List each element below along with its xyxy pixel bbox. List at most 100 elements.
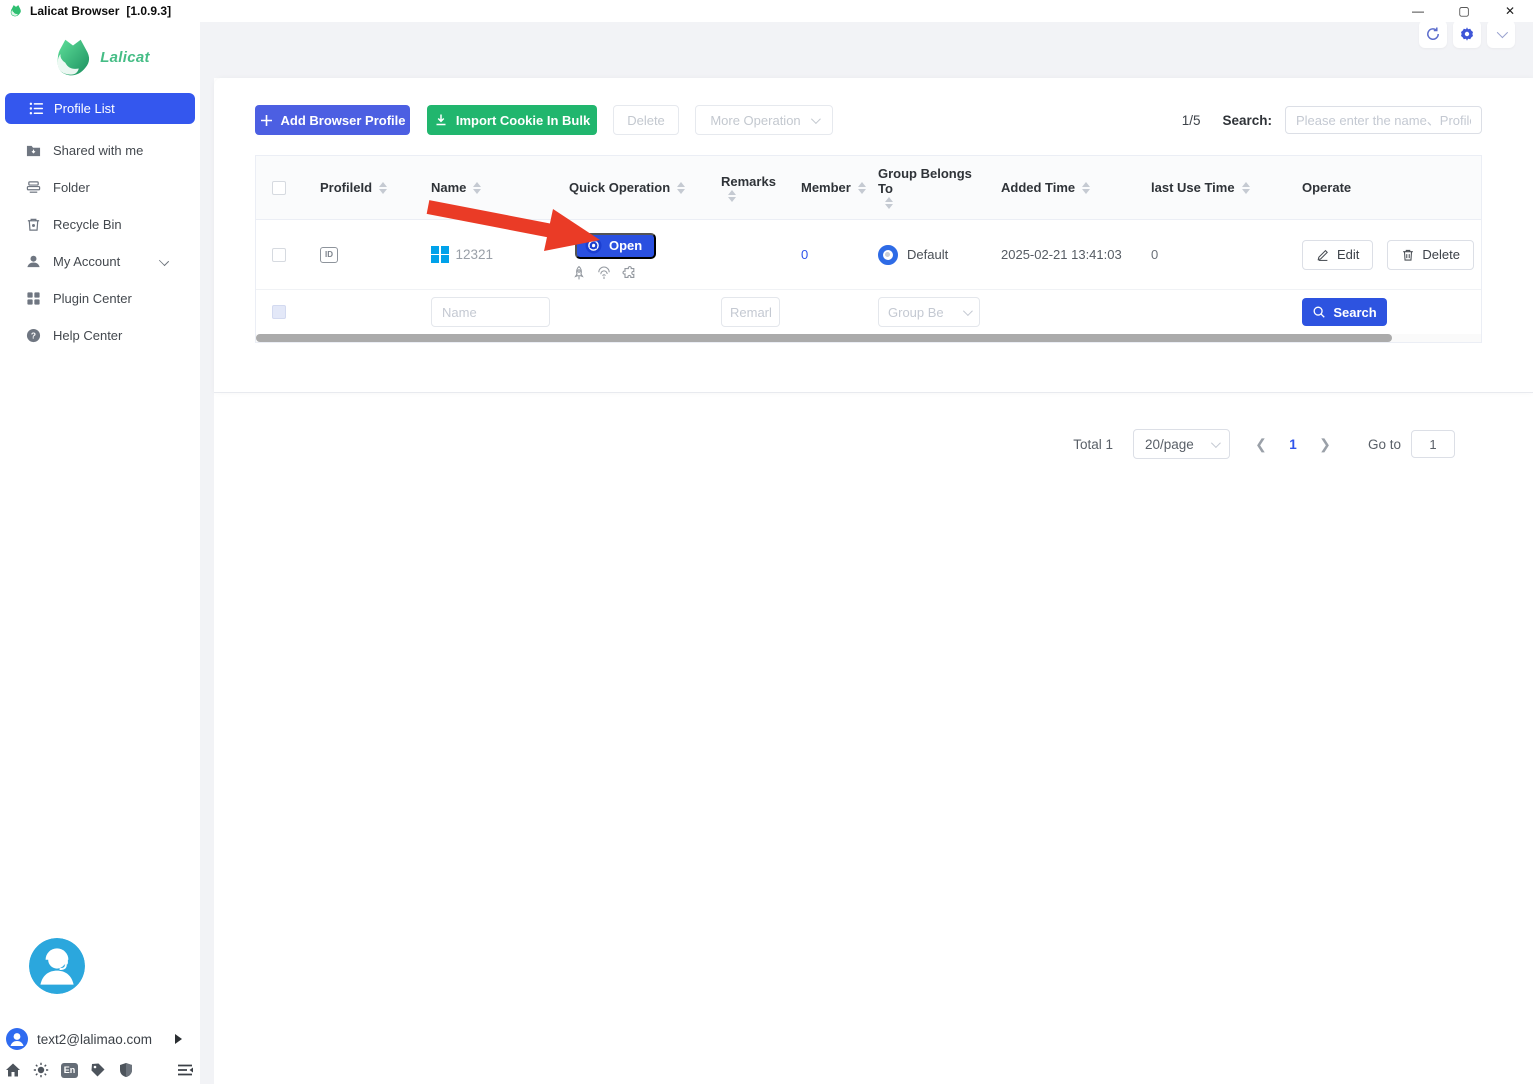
search-input[interactable]	[1285, 106, 1482, 134]
refresh-button[interactable]	[1419, 20, 1447, 48]
more-operation-button[interactable]: More Operation	[695, 105, 833, 135]
header-profileid: ProfileId	[320, 180, 372, 195]
sort-added-time[interactable]	[1082, 182, 1090, 194]
sort-name[interactable]	[473, 182, 481, 194]
add-browser-profile-button[interactable]: Add Browser Profile	[255, 105, 410, 135]
filter-remarks-input[interactable]	[721, 297, 780, 327]
delete-button[interactable]: Delete	[1387, 240, 1474, 270]
theme-icon[interactable]	[33, 1062, 49, 1078]
trash-icon	[26, 217, 41, 232]
sort-profileid[interactable]	[379, 182, 387, 194]
edit-button[interactable]: Edit	[1302, 240, 1373, 270]
sidebar-nav: Shared with me Folder Recycle Bin My Acc…	[0, 132, 200, 354]
delete-selected-button[interactable]: Delete	[613, 105, 679, 135]
prev-page-button[interactable]: ❮	[1244, 436, 1278, 453]
search-label: Search:	[1222, 113, 1272, 128]
logo-text: Lalicat	[100, 49, 150, 66]
goto-page-input[interactable]	[1411, 430, 1455, 458]
last-use-time-value: 0	[1151, 247, 1158, 262]
filter-search-button[interactable]: Search	[1302, 298, 1387, 326]
tag-icon[interactable]	[90, 1062, 106, 1078]
next-page-button[interactable]: ❯	[1308, 436, 1342, 453]
sidebar-item-recycle-bin[interactable]: Recycle Bin	[0, 206, 200, 243]
header-added-time: Added Time	[1001, 180, 1075, 195]
plus-icon	[260, 114, 273, 127]
id-badge-icon[interactable]: ID	[320, 247, 338, 263]
window-title: Lalicat Browser	[30, 4, 119, 18]
extension-icon[interactable]	[621, 265, 637, 281]
added-time-value: 2025-02-21 13:41:03	[1001, 247, 1122, 262]
header-name: Name	[431, 180, 466, 195]
sort-remarks[interactable]	[728, 190, 736, 202]
horizontal-scrollbar	[256, 334, 1481, 342]
settings-button[interactable]	[1453, 20, 1481, 48]
shield-icon[interactable]	[118, 1062, 134, 1078]
member-count-link[interactable]: 0	[801, 247, 808, 262]
fingerprint-icon[interactable]	[596, 265, 612, 281]
header-last-use-time: last Use Time	[1151, 180, 1235, 195]
sidebar-item-folder[interactable]: Folder	[0, 169, 200, 206]
close-button[interactable]: ✕	[1487, 0, 1533, 22]
search-icon	[1312, 305, 1326, 319]
current-page[interactable]: 1	[1278, 437, 1308, 452]
svg-text:?: ?	[31, 331, 36, 341]
download-icon	[434, 113, 448, 127]
filter-group-select[interactable]: Group Be	[878, 297, 980, 327]
table-row: ID 12321 Open 0	[256, 220, 1481, 290]
sort-last-use-time[interactable]	[1242, 182, 1250, 194]
chevron-down-icon	[811, 114, 821, 124]
header-member: Member	[801, 180, 851, 195]
header-remarks: Remarks	[721, 174, 776, 189]
chevron-down-icon	[1497, 27, 1508, 38]
header-group: Group Belongs To	[878, 166, 988, 196]
sidebar-item-shared-with-me[interactable]: Shared with me	[0, 132, 200, 169]
minimize-button[interactable]: —	[1395, 0, 1441, 22]
sidebar-item-my-account[interactable]: My Account	[0, 243, 200, 280]
sort-member[interactable]	[858, 182, 866, 194]
top-band	[214, 22, 1533, 78]
chevron-down-icon	[1211, 438, 1221, 448]
sidebar-item-label: Shared with me	[53, 143, 143, 158]
account-icon	[26, 254, 41, 269]
chevron-down-icon	[159, 256, 169, 266]
maximize-button[interactable]: ▢	[1441, 0, 1487, 22]
account-row[interactable]: text2@lalimao.com	[6, 1028, 182, 1050]
app-window: Lalicat Browser [1.0.9.3] — ▢ ✕ Lalicat …	[0, 0, 1533, 1084]
chevron-down-icon	[963, 306, 973, 316]
filter-checkbox[interactable]	[272, 305, 286, 319]
sort-quick-operation[interactable]	[677, 182, 685, 194]
sidebar-logo: Lalicat	[0, 22, 200, 84]
profile-name: 12321	[456, 247, 494, 262]
sidebar-item-profile-list[interactable]: Profile List	[5, 93, 195, 124]
sidebar-item-plugin-center[interactable]: Plugin Center	[0, 280, 200, 317]
home-icon[interactable]	[5, 1062, 21, 1078]
app-logo-icon	[9, 4, 23, 18]
pagination: Total 1 20/page ❮ 1 ❯ Go to	[255, 418, 1455, 470]
goto-label: Go to	[1368, 437, 1401, 452]
language-badge[interactable]: En	[61, 1063, 78, 1078]
pencil-icon	[1316, 248, 1330, 262]
open-profile-button[interactable]: Open	[575, 233, 656, 259]
sort-group[interactable]	[885, 197, 893, 209]
profiles-table: ProfileId Name Quick Operation Remarks M…	[255, 155, 1482, 343]
import-cookie-button[interactable]: Import Cookie In Bulk	[427, 105, 597, 135]
collapse-panel-button[interactable]	[1487, 20, 1515, 48]
toolbar: Add Browser Profile Import Cookie In Bul…	[255, 105, 1482, 135]
profile-list-card: Add Browser Profile Import Cookie In Bul…	[214, 78, 1533, 393]
row-checkbox[interactable]	[272, 248, 286, 262]
user-avatar-icon	[6, 1028, 28, 1050]
total-count: Total 1	[1073, 437, 1113, 452]
support-avatar[interactable]	[29, 938, 85, 994]
plugin-icon	[26, 291, 41, 306]
page-size-select[interactable]: 20/page	[1133, 429, 1230, 459]
sidebar-item-help-center[interactable]: ? Help Center	[0, 317, 200, 354]
folder-icon	[26, 180, 41, 195]
header-quick-operation: Quick Operation	[569, 180, 670, 195]
help-icon: ?	[26, 328, 41, 343]
rocket-icon[interactable]	[571, 265, 587, 281]
filter-name-input[interactable]	[431, 297, 550, 327]
refresh-icon	[1425, 26, 1441, 42]
collapse-sidebar-icon[interactable]	[176, 1062, 194, 1078]
scrollbar-thumb[interactable]	[256, 334, 1392, 342]
select-all-checkbox[interactable]	[272, 181, 286, 195]
